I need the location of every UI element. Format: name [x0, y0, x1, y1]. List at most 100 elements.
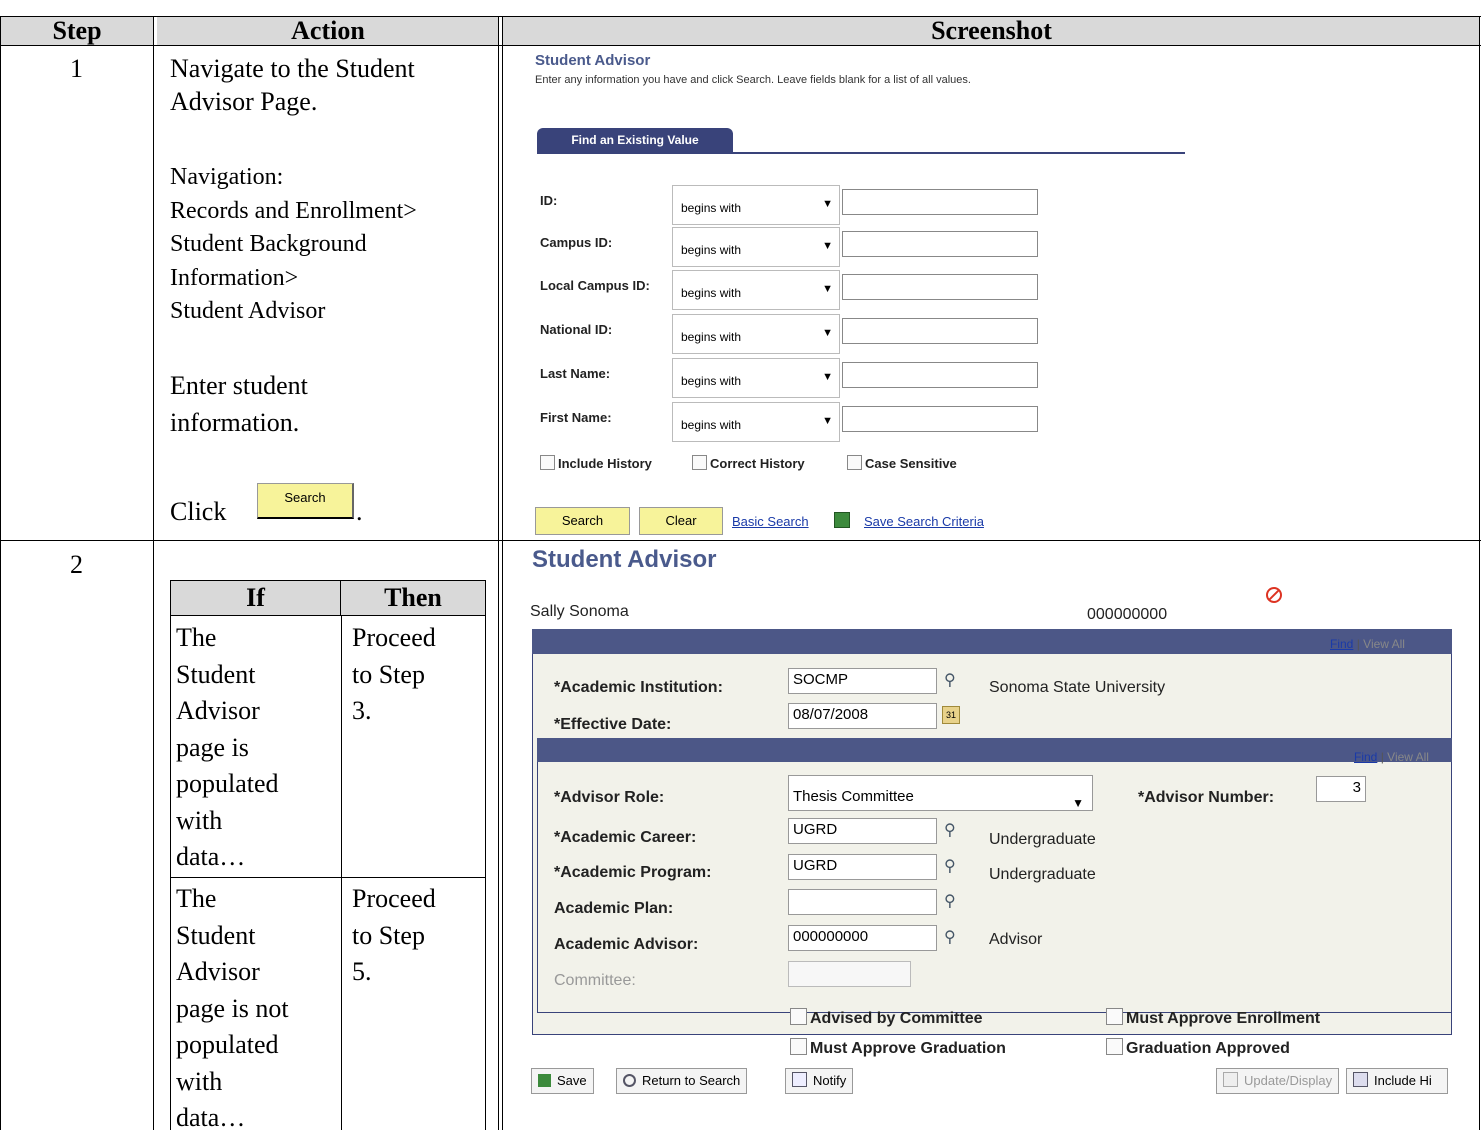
search-operator-select[interactable]: begins with ▼ — [672, 227, 840, 267]
academic-plan-label: Academic Plan: — [554, 900, 674, 917]
step-header: Step — [1, 17, 153, 45]
notify-button[interactable]: Notify — [785, 1068, 854, 1094]
then-cell: Proceed to Step 5. — [352, 881, 436, 991]
table-border-header-bottom — [0, 45, 1481, 46]
search-value-input[interactable] — [842, 231, 1038, 257]
search-value-input[interactable] — [842, 362, 1038, 388]
search-operator-select[interactable]: begins with ▼ — [672, 402, 840, 442]
search-field-label: Local Campus ID: — [540, 278, 650, 293]
correct-history-checkbox[interactable]: Correct History — [692, 455, 805, 471]
academic-institution-input[interactable]: SOCMP — [788, 668, 937, 694]
no-entry-icon — [1266, 587, 1282, 603]
checkbox-box[interactable] — [1106, 1038, 1123, 1055]
must-approve-graduation-checkbox[interactable]: Must Approve Graduation — [790, 1038, 1006, 1058]
if-line: Student — [176, 920, 256, 950]
search-button[interactable]: Search — [535, 507, 630, 535]
institution-lookup-icon[interactable]: ⚲ — [944, 670, 956, 690]
advisor-lookup-icon[interactable]: ⚲ — [944, 927, 956, 947]
advisor-number-input[interactable]: 3 — [1316, 776, 1366, 802]
navigation-line: Information> — [170, 264, 299, 291]
graduation-approved-checkbox[interactable]: Graduation Approved — [1106, 1038, 1290, 1058]
effective-date-label: *Effective Date: — [554, 716, 672, 733]
advisor-description: Advisor — [989, 931, 1043, 948]
academic-career-label: *Academic Career: — [554, 829, 697, 846]
button-label: Notify — [813, 1073, 847, 1088]
screenshot-header: Screenshot — [503, 17, 1480, 45]
academic-advisor-label: Academic Advisor: — [554, 936, 699, 953]
inline-search-button: Search — [257, 483, 354, 519]
update-display-button[interactable]: Update/Display — [1216, 1068, 1340, 1094]
advisor-role-select[interactable]: Thesis Committee ▼ — [788, 775, 1093, 811]
separator: | — [1380, 750, 1384, 764]
checkbox-label: Correct History — [710, 456, 805, 471]
checkbox-label: Advised by Committee — [810, 1010, 983, 1027]
checkbox-box[interactable] — [540, 455, 555, 470]
checkbox-box[interactable] — [1106, 1008, 1123, 1025]
chevron-down-icon: ▼ — [822, 371, 833, 383]
search-value-input[interactable] — [842, 406, 1038, 432]
button-label: Return to Search — [642, 1073, 741, 1088]
include-history-button[interactable]: Include Hi — [1346, 1068, 1448, 1094]
clear-button[interactable]: Clear — [639, 507, 723, 535]
search-field-label: Last Name: — [540, 366, 611, 381]
case-sensitive-checkbox[interactable]: Case Sensitive — [847, 455, 957, 471]
find-link[interactable]: Find — [1330, 637, 1353, 651]
academic-career-input[interactable]: UGRD — [788, 818, 937, 844]
return-to-search-button[interactable]: Return to Search — [616, 1068, 748, 1094]
then-line: to Step — [352, 659, 425, 689]
search-operator-select[interactable]: begins with ▼ — [672, 270, 840, 310]
effective-date-input[interactable]: 08/07/2008 — [788, 703, 937, 729]
search-value-input[interactable] — [842, 274, 1038, 300]
must-approve-enrollment-checkbox[interactable]: Must Approve Enrollment — [1106, 1008, 1320, 1028]
action-text-line: information. — [170, 408, 300, 437]
save-search-criteria-link[interactable]: Save Search Criteria — [864, 514, 984, 529]
chevron-down-icon: ▼ — [822, 415, 833, 427]
search-field-label: National ID: — [540, 322, 613, 337]
career-lookup-icon[interactable]: ⚲ — [944, 820, 956, 840]
if-line: with — [176, 805, 223, 835]
if-line: with — [176, 1066, 223, 1096]
advisor-role-label: *Advisor Role: — [554, 789, 665, 806]
operator-value: begins with — [681, 374, 742, 388]
then-header: Then — [341, 580, 486, 616]
search-operator-select[interactable]: begins with ▼ — [672, 314, 840, 354]
save-button[interactable]: Save — [531, 1068, 594, 1094]
view-all-link[interactable]: View All — [1387, 750, 1429, 764]
checkbox-label: Must Approve Graduation — [810, 1040, 1006, 1057]
view-all-link[interactable]: View All — [1363, 637, 1405, 651]
search-value-input[interactable] — [842, 318, 1038, 344]
find-existing-value-tab[interactable]: Find an Existing Value — [537, 128, 733, 152]
find-link[interactable]: Find — [1354, 750, 1377, 764]
checkbox-box[interactable] — [790, 1008, 807, 1025]
include-history-checkbox[interactable]: Include History — [540, 455, 652, 471]
search-operator-select[interactable]: begins with ▼ — [672, 358, 840, 398]
search-value-input[interactable] — [842, 189, 1038, 215]
plan-lookup-icon[interactable]: ⚲ — [944, 891, 956, 911]
program-lookup-icon[interactable]: ⚲ — [944, 856, 956, 876]
navigation-path: Navigation: Records and Enrollment> Stud… — [170, 161, 495, 329]
if-line: data… — [176, 1103, 246, 1132]
academic-advisor-input[interactable]: 000000000 — [788, 925, 937, 951]
checkbox-box[interactable] — [847, 455, 862, 470]
academic-plan-input[interactable] — [788, 889, 937, 915]
checkbox-box[interactable] — [790, 1038, 807, 1055]
tab-underline — [537, 152, 1185, 154]
academic-program-input[interactable]: UGRD — [788, 854, 937, 880]
search-page-title: Student Advisor — [535, 52, 651, 69]
separator: | — [1356, 637, 1360, 651]
checkbox-label: Graduation Approved — [1126, 1040, 1290, 1057]
committee-label: Committee: — [554, 972, 636, 989]
if-line: Advisor — [176, 696, 260, 725]
button-label: Include Hi — [1374, 1073, 1432, 1088]
checkbox-label: Case Sensitive — [865, 456, 957, 471]
button-label: Update/Display — [1244, 1073, 1333, 1088]
academic-institution-label: *Academic Institution: — [554, 679, 723, 696]
calendar-icon[interactable]: 31 — [942, 706, 960, 724]
search-operator-select[interactable]: begins with ▼ — [672, 185, 840, 225]
if-cell: The Student Advisor page is populated with dat… — [176, 620, 279, 876]
search-field-label: First Name: — [540, 410, 612, 425]
checkbox-box[interactable] — [692, 455, 707, 470]
basic-search-link[interactable]: Basic Search — [732, 514, 809, 529]
navigation-line: Student Advisor — [170, 298, 326, 324]
advised-by-committee-checkbox[interactable]: Advised by Committee — [790, 1008, 982, 1028]
